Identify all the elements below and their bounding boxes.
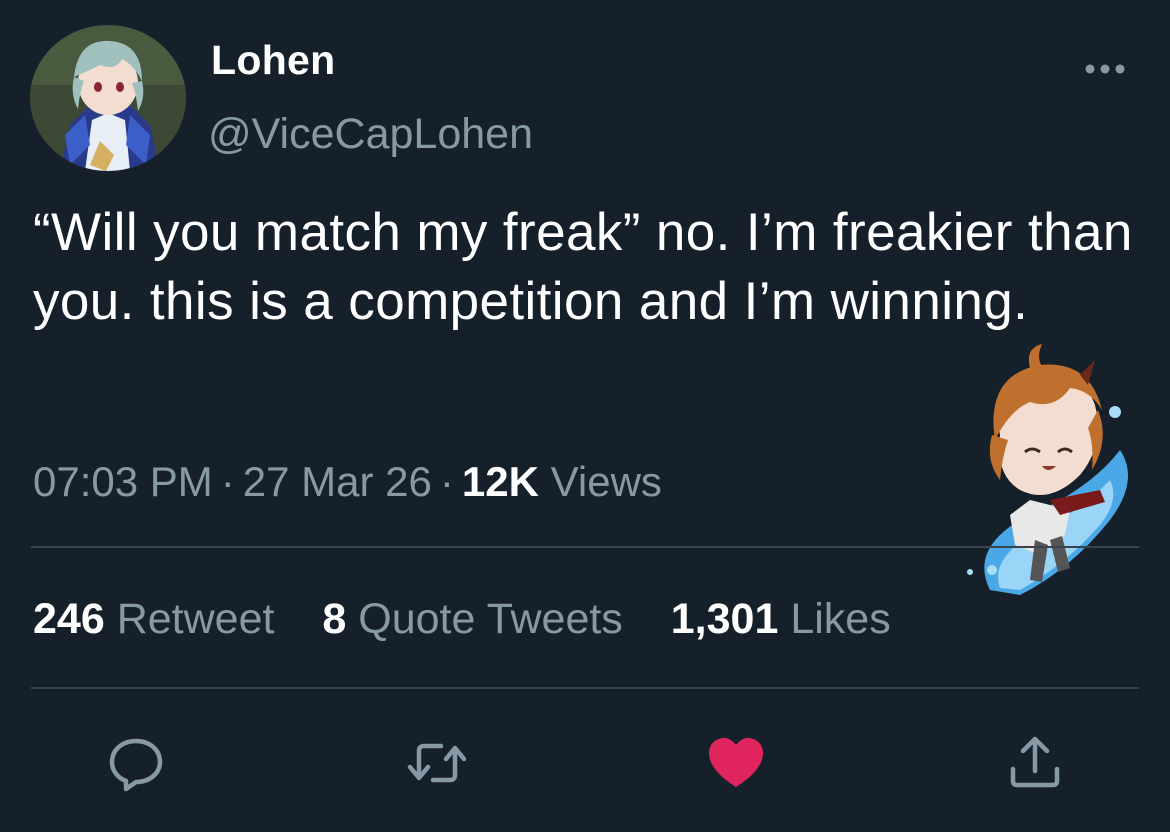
share-icon	[1010, 736, 1060, 788]
reply-button[interactable]	[106, 733, 166, 793]
like-button[interactable]	[705, 733, 765, 793]
retweets-stat[interactable]: 246 Retweet	[33, 595, 274, 643]
tweet-time: 07:03 PM	[33, 458, 213, 505]
author-display-name[interactable]: Lohen	[211, 37, 335, 84]
reply-icon	[109, 738, 163, 792]
quotes-stat[interactable]: 8 Quote Tweets	[322, 595, 622, 643]
quotes-label: Quote Tweets	[358, 595, 623, 643]
share-button[interactable]	[1005, 733, 1065, 793]
character-sticker	[930, 340, 1150, 610]
engagement-stats: 246 Retweet 8 Quote Tweets 1,301 Likes	[33, 595, 927, 644]
author-avatar[interactable]	[30, 25, 186, 171]
heart-icon	[709, 738, 763, 787]
tweet-text: “Will you match my freak” no. I’m freaki…	[33, 203, 1133, 331]
retweet-icon	[407, 743, 467, 783]
divider	[31, 687, 1139, 689]
quotes-count: 8	[322, 595, 347, 643]
retweets-label: Retweet	[116, 595, 275, 643]
more-options-button[interactable]	[1083, 58, 1127, 80]
tweet-metadata: 07:03 PM · 27 Mar 26 · 12K Views	[33, 458, 662, 506]
views-label: Views	[550, 458, 662, 505]
separator-dot: ·	[220, 458, 235, 505]
avatar-image	[30, 25, 186, 171]
likes-stat[interactable]: 1,301 Likes	[671, 595, 891, 643]
author-handle[interactable]: @ViceCapLohen	[208, 110, 533, 159]
tweet-date: 27 Mar 26	[242, 458, 432, 505]
likes-count: 1,301	[670, 595, 779, 643]
likes-label: Likes	[790, 595, 891, 643]
divider	[31, 546, 1139, 548]
views-count: 12K	[461, 458, 539, 505]
retweets-count: 246	[33, 595, 105, 643]
more-icon	[1085, 64, 1125, 74]
chibi-character-icon	[967, 344, 1128, 595]
separator-dot: ·	[439, 458, 454, 505]
retweet-button[interactable]	[405, 733, 467, 793]
tweet-detail-view: Lohen @ViceCapLohen “Will you match my f…	[0, 0, 1170, 832]
